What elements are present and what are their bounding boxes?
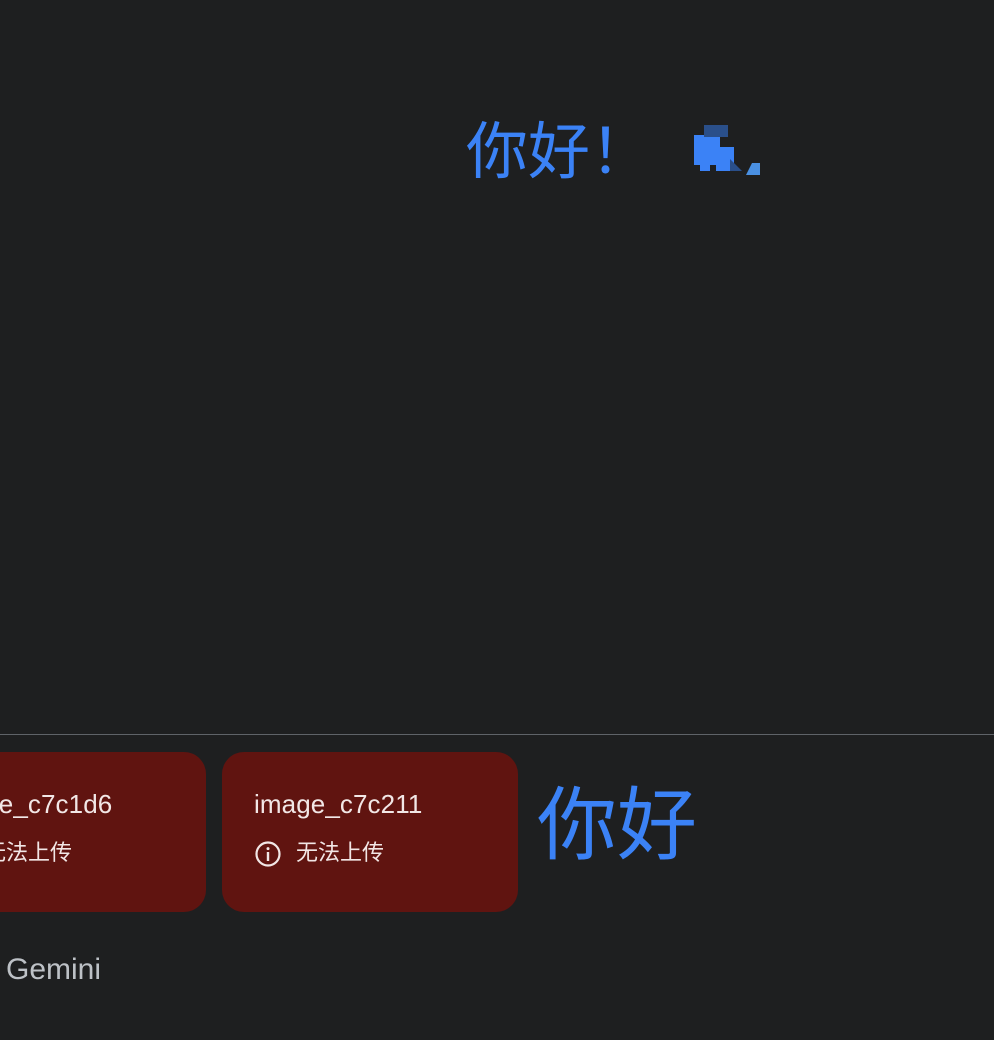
attachment-status-text: 无法上传: [0, 841, 73, 866]
attachment-list: image_c7c1d6 无法上传 image_c7c211: [0, 752, 518, 912]
gemini-chat-page: 你好！ image_c7c1d6: [0, 0, 994, 1040]
attachment-status: 无法上传: [254, 840, 488, 868]
prompt-placeholder[interactable]: Gemini: [6, 950, 101, 990]
attachment-filename: image_c7c1d6: [0, 789, 113, 819]
attachment-chip[interactable]: image_c7c211 无法上传: [222, 752, 518, 912]
attachment-chip[interactable]: image_c7c1d6 无法上传: [0, 752, 206, 912]
attachment-status-text: 无法上传: [296, 841, 385, 866]
prompt-input-text[interactable]: 你好: [537, 776, 697, 876]
greeting: 你好！: [466, 112, 762, 192]
sparkle-icon: [690, 122, 762, 182]
attachment-filename: image_c7c211: [254, 789, 423, 819]
input-divider: [0, 734, 994, 735]
attachment-status: 无法上传: [0, 840, 176, 868]
greeting-text: 你好！: [466, 115, 653, 188]
info-icon: [254, 840, 282, 868]
